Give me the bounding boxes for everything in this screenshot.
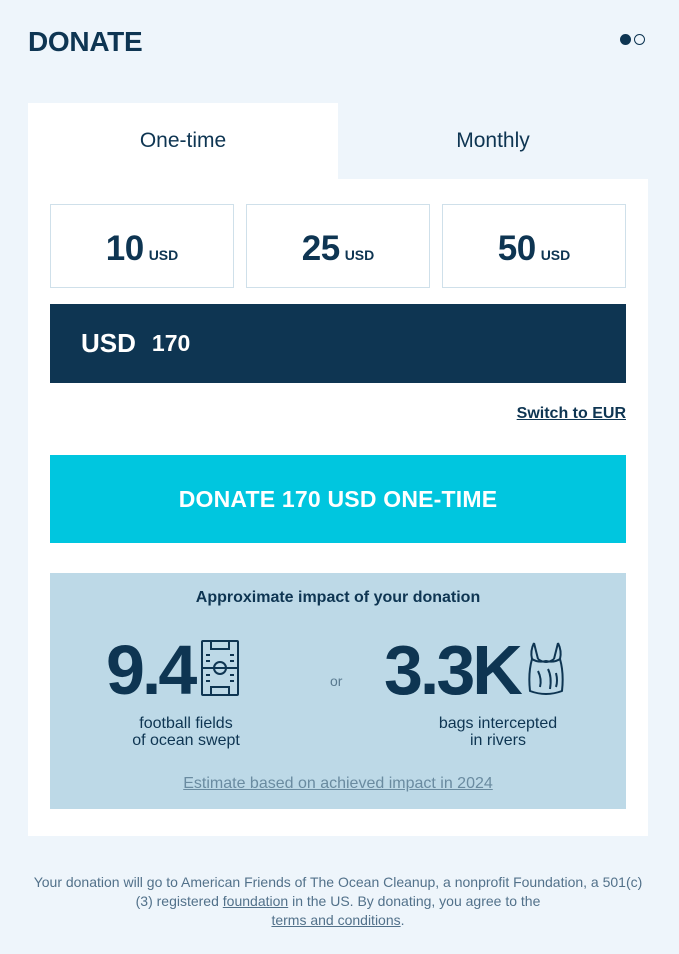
stat-value: 9.4 [106, 631, 197, 709]
terms-link[interactable]: terms and conditions [271, 912, 400, 928]
switch-currency-link[interactable]: Switch to EUR [517, 405, 626, 423]
amount-option-25[interactable]: 25 USD [246, 204, 430, 288]
stat-label-football-fields: football fields of ocean swept [132, 715, 240, 749]
pagination-dot-active[interactable] [620, 34, 631, 45]
footer-disclaimer: Your donation will go to American Friend… [33, 874, 643, 928]
stat-bags: 3.3K [384, 635, 566, 705]
amount-currency: USD [344, 247, 375, 263]
custom-amount-currency: USD [81, 328, 136, 358]
impact-panel: Approximate impact of your donation 9.4 [50, 573, 626, 809]
amount-option-50[interactable]: 50 USD [442, 204, 626, 288]
custom-amount-field: USD [50, 304, 626, 383]
amount-currency: USD [540, 247, 571, 263]
amount-value: 50 [497, 229, 536, 268]
foundation-link[interactable]: foundation [223, 893, 288, 909]
tab-monthly[interactable]: Monthly [338, 103, 648, 179]
donate-button[interactable]: DONATE 170 USD ONE-TIME [50, 455, 626, 543]
preset-amounts: 10 USD 25 USD 50 USD [50, 204, 626, 288]
plastic-bag-icon [526, 639, 566, 702]
pagination-dots [620, 34, 645, 45]
stat-label-bags: bags intercepted in rivers [438, 715, 558, 749]
donation-card: 10 USD 25 USD 50 USD USD Switch to EUR D… [28, 179, 648, 836]
estimate-link[interactable]: Estimate based on achieved impact in 202… [50, 775, 626, 793]
amount-value: 25 [301, 229, 340, 268]
page-title: DONATE [28, 26, 143, 57]
donate-page: DONATE One-time Monthly 10 USD 25 USD 50… [0, 0, 679, 954]
pagination-dot[interactable] [634, 34, 645, 45]
frequency-tabs: One-time Monthly [28, 103, 648, 179]
stat-value: 3.3K [384, 631, 523, 709]
impact-title: Approximate impact of your donation [195, 589, 481, 606]
tab-one-time[interactable]: One-time [28, 103, 338, 179]
or-separator: or [330, 673, 343, 689]
stat-football-fields: 9.4 [106, 635, 240, 705]
amount-option-10[interactable]: 10 USD [50, 204, 234, 288]
custom-amount-input[interactable] [151, 330, 352, 357]
amount-value: 10 [105, 229, 144, 268]
amount-currency: USD [148, 247, 179, 263]
football-field-icon [200, 639, 240, 702]
